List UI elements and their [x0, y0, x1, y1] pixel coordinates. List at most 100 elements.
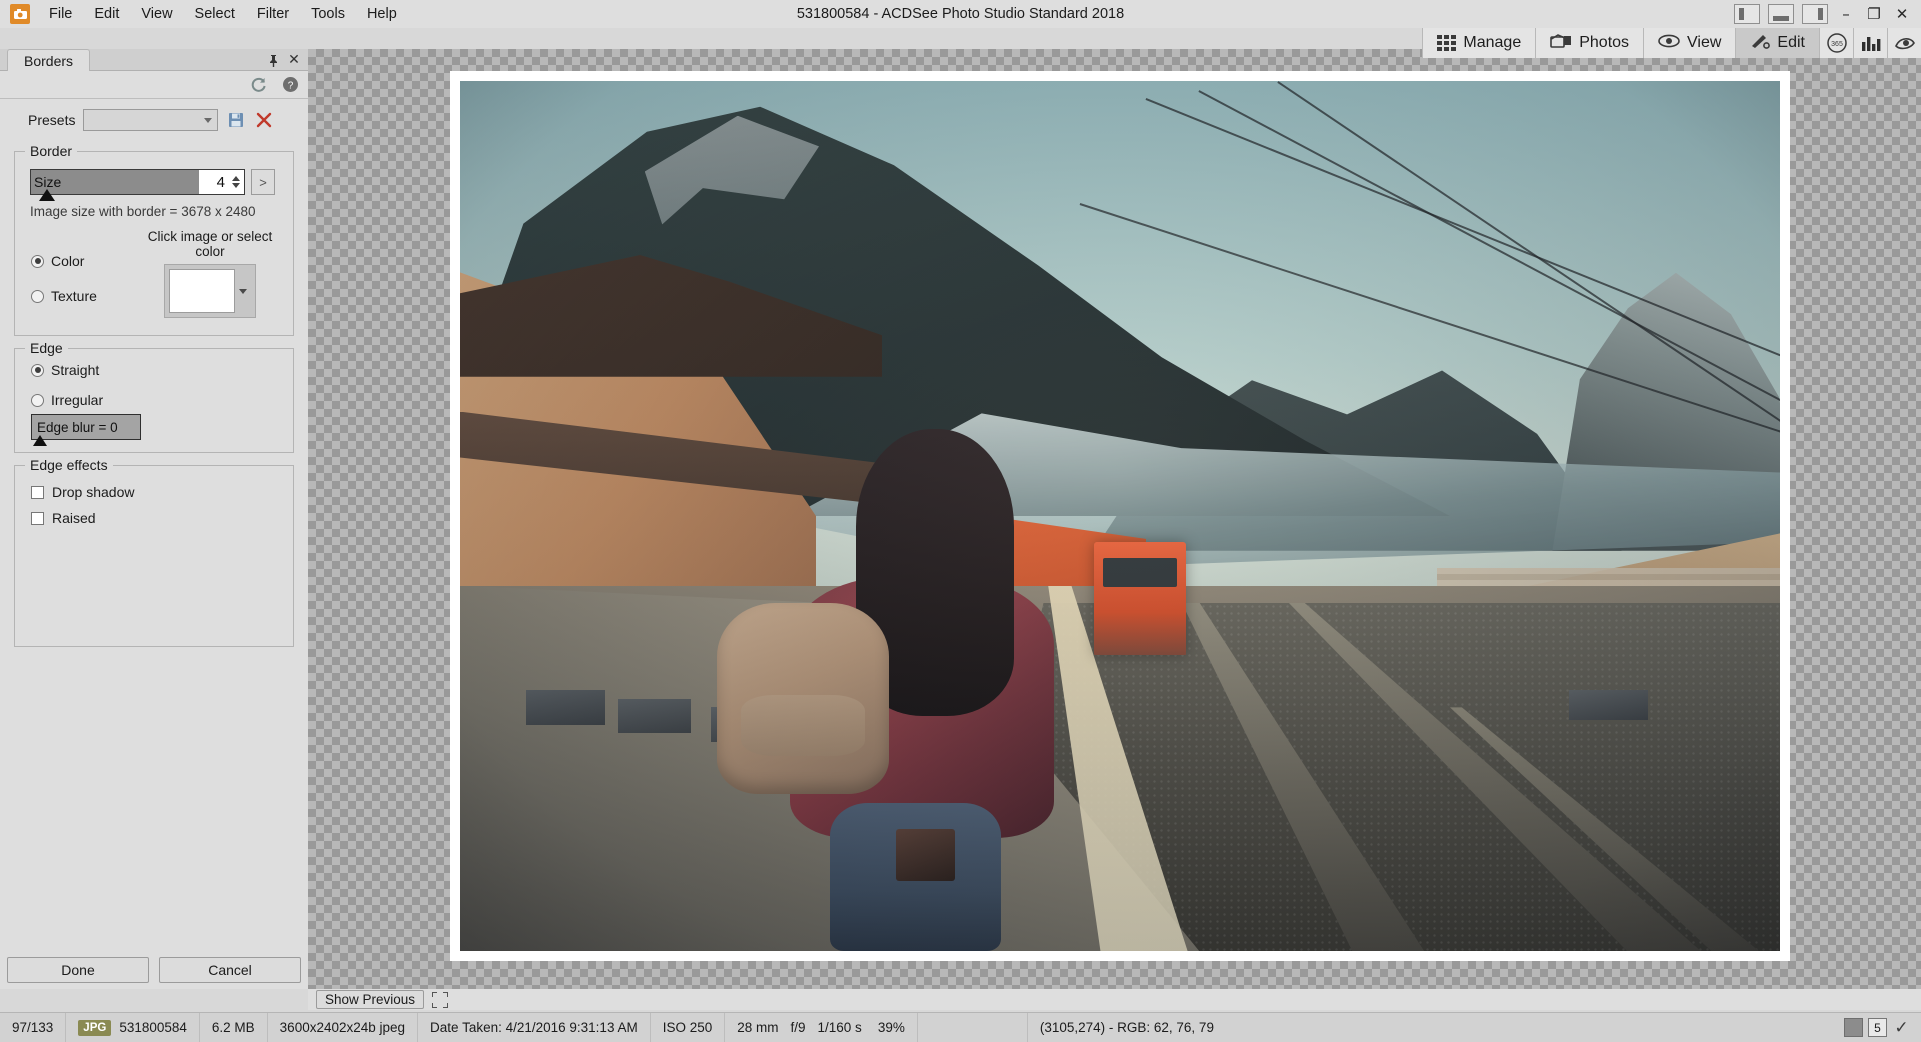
- chevron-down-icon: [239, 288, 247, 294]
- mode-tab-bar: Manage Photos View Edit 365: [1422, 28, 1921, 58]
- eye-swoosh-icon-button[interactable]: [1887, 28, 1921, 58]
- drop-shadow-label: Drop shadow: [52, 484, 135, 500]
- status-cursor-readout: (3105,274) - RGB: 62, 76, 79: [1039, 1020, 1214, 1035]
- size-slider[interactable]: Size 4: [30, 169, 245, 201]
- status-date-taken: Date Taken: 4/21/2016 9:31:13 AM: [418, 1012, 651, 1042]
- color-swatch-box[interactable]: [164, 264, 256, 318]
- maximize-button[interactable]: ❐: [1861, 3, 1887, 25]
- status-filesize: 6.2 MB: [200, 1012, 268, 1042]
- menu-file[interactable]: File: [38, 2, 83, 26]
- radio-color[interactable]: Color: [31, 253, 137, 269]
- window-controls: – ❐ ✕: [1731, 0, 1915, 28]
- edge-group: Edge Straight Irregular Edge blur = 0: [14, 340, 294, 453]
- reset-icon[interactable]: [248, 75, 268, 95]
- expand-icon[interactable]: [432, 991, 449, 1008]
- show-previous-button[interactable]: Show Previous: [316, 990, 425, 1009]
- menu-select[interactable]: Select: [184, 2, 246, 26]
- radio-irregular[interactable]: Irregular: [31, 392, 283, 408]
- acdsee-365-button[interactable]: 365: [1819, 28, 1853, 58]
- minimize-button[interactable]: –: [1833, 3, 1859, 25]
- presets-dropdown[interactable]: [83, 109, 219, 131]
- photos-icon: [1550, 33, 1572, 54]
- cancel-button[interactable]: Cancel: [159, 957, 301, 983]
- red-train: [1093, 542, 1186, 656]
- color-swatch[interactable]: [169, 269, 235, 313]
- tab-photos-label: Photos: [1579, 34, 1630, 51]
- edit-tools-icon: [1750, 33, 1771, 54]
- status-gap: [918, 1012, 1028, 1042]
- swatch-dropdown-button[interactable]: [235, 288, 251, 294]
- show-previous-bar: Show Previous: [308, 989, 1921, 1010]
- panel-tab-borders[interactable]: Borders: [7, 49, 91, 71]
- raised-label: Raised: [52, 510, 96, 526]
- menu-tools[interactable]: Tools: [300, 2, 356, 26]
- menu-view[interactable]: View: [130, 2, 183, 26]
- radio-irregular-indicator: [31, 393, 44, 407]
- checkbox-raised[interactable]: Raised: [31, 510, 283, 526]
- menu-edit[interactable]: Edit: [83, 2, 130, 26]
- status-bar: 97/133 JPG 531800584 6.2 MB 3600x2402x24…: [0, 1012, 1921, 1042]
- radio-texture-label: Texture: [51, 288, 97, 304]
- close-icon[interactable]: ✕: [285, 51, 303, 69]
- drop-shadow-checkbox[interactable]: [31, 485, 44, 499]
- help-icon[interactable]: ?: [280, 75, 300, 95]
- close-window-button[interactable]: ✕: [1889, 3, 1915, 25]
- raised-checkbox[interactable]: [31, 511, 44, 525]
- bench: [1568, 690, 1648, 721]
- radio-texture-indicator: [31, 289, 44, 303]
- panel-tool-row: ?: [0, 71, 308, 99]
- tab-edit[interactable]: Edit: [1735, 28, 1819, 58]
- title-bar: File Edit View Select Filter Tools Help: [0, 0, 1921, 28]
- radio-irregular-label: Irregular: [51, 392, 104, 408]
- delete-icon[interactable]: [254, 110, 274, 130]
- border-group-legend: Border: [30, 143, 73, 159]
- size-slider-thumb[interactable]: [39, 189, 56, 201]
- rating-box[interactable]: 5: [1868, 1018, 1887, 1037]
- confirm-check-icon[interactable]: ✓: [1892, 1018, 1911, 1037]
- handheld-camera: [895, 829, 955, 882]
- menu-filter[interactable]: Filter: [246, 2, 300, 26]
- layout-left-panel-button[interactable]: [1734, 4, 1760, 24]
- size-stepper[interactable]: [232, 176, 240, 188]
- done-button[interactable]: Done: [7, 957, 149, 983]
- eye-icon: [1658, 34, 1680, 53]
- fill-swatch-button[interactable]: [1844, 1018, 1863, 1037]
- save-icon[interactable]: [226, 110, 246, 130]
- image-canvas[interactable]: [308, 49, 1921, 989]
- layout-bottom-panel-button[interactable]: [1768, 4, 1794, 24]
- bar-chart-icon-button[interactable]: [1853, 28, 1887, 58]
- photo-image[interactable]: [460, 81, 1780, 951]
- radio-straight[interactable]: Straight: [31, 362, 283, 378]
- tab-manage-label: Manage: [1463, 34, 1522, 51]
- edge-effects-group: Edge effects Drop shadow Raised: [14, 457, 294, 647]
- edge-blur-label: Edge blur = 0: [37, 419, 118, 435]
- size-more-button[interactable]: >: [251, 169, 275, 195]
- status-shutter: 1/160 s: [817, 1020, 862, 1035]
- tab-view[interactable]: View: [1643, 28, 1736, 58]
- status-iso: ISO 250: [651, 1012, 726, 1042]
- camera-icon: [10, 4, 30, 24]
- tab-manage[interactable]: Manage: [1422, 28, 1536, 58]
- radio-straight-label: Straight: [51, 362, 100, 378]
- status-file: JPG 531800584: [66, 1012, 200, 1042]
- layout-right-panel-button[interactable]: [1802, 4, 1828, 24]
- radio-texture[interactable]: Texture: [31, 288, 137, 304]
- borders-panel: Borders ✕ ? Presets Border Size 4 > Imag…: [0, 49, 308, 989]
- size-value[interactable]: 4: [217, 170, 225, 194]
- radio-color-indicator: [31, 254, 44, 268]
- edge-effects-legend: Edge effects: [30, 457, 108, 473]
- menu-help[interactable]: Help: [356, 2, 408, 26]
- tab-photos[interactable]: Photos: [1535, 28, 1644, 58]
- status-aperture: f/9: [790, 1020, 806, 1035]
- presets-label: Presets: [28, 112, 76, 128]
- pin-icon[interactable]: [264, 51, 282, 69]
- chevron-down-icon: [204, 118, 213, 123]
- presets-row: Presets: [0, 99, 308, 139]
- checkbox-drop-shadow[interactable]: Drop shadow: [31, 484, 283, 500]
- status-zoom: 39%: [868, 1012, 918, 1042]
- image-size-text: Image size with border = 3678 x 2480: [30, 204, 256, 219]
- edge-effects-body: Drop shadow Raised: [25, 484, 283, 634]
- edge-blur-thumb[interactable]: [33, 435, 47, 446]
- edge-blur-slider[interactable]: Edge blur = 0: [31, 414, 141, 446]
- size-row: Size 4 >: [30, 169, 283, 201]
